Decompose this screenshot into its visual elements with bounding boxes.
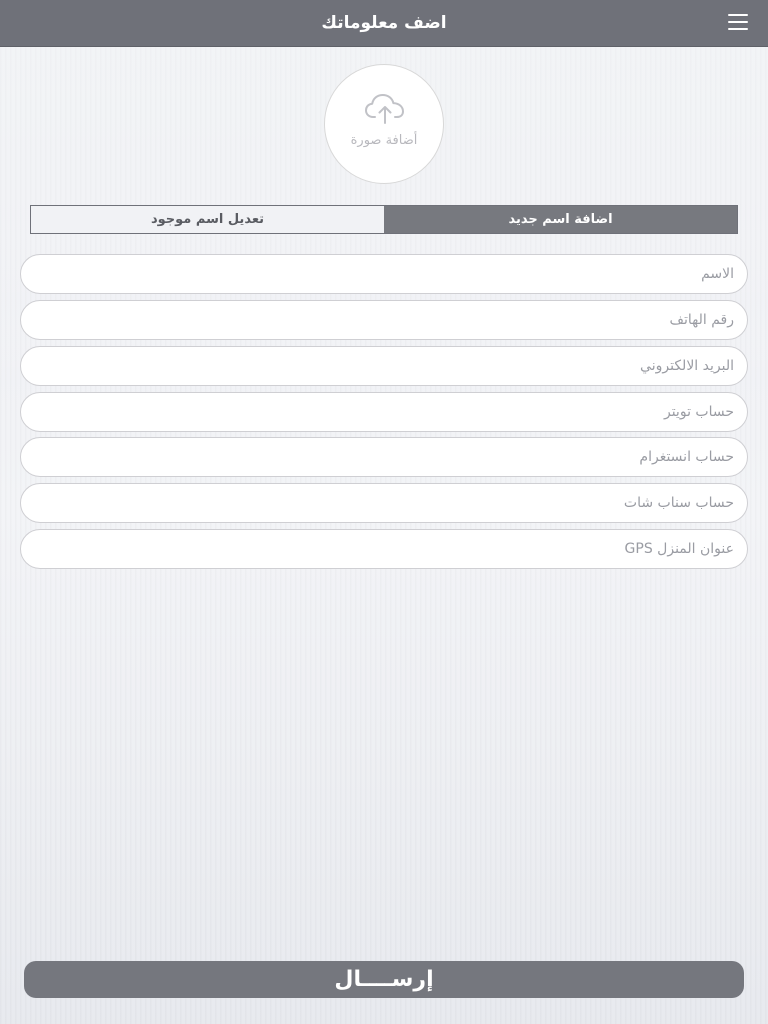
menu-line-icon <box>728 21 748 23</box>
photo-upload-label: أضافة صورة <box>350 133 418 148</box>
top-bar: اضف معلوماتك <box>0 0 768 47</box>
email-input[interactable] <box>20 346 748 386</box>
cloud-upload-icon <box>365 94 404 124</box>
tab-add-new-name[interactable]: اضافة اسم جديد <box>384 206 737 233</box>
gps-address-input[interactable] <box>20 529 748 569</box>
submit-button[interactable]: إرســــال <box>24 961 744 998</box>
twitter-input[interactable] <box>20 392 748 432</box>
menu-line-icon <box>728 28 748 30</box>
page-title: اضف معلوماتك <box>321 13 447 33</box>
instagram-input[interactable] <box>20 437 748 477</box>
name-input[interactable] <box>20 254 748 294</box>
photo-upload-button[interactable]: أضافة صورة <box>324 64 444 184</box>
snapchat-input[interactable] <box>20 483 748 523</box>
phone-input[interactable] <box>20 300 748 340</box>
name-mode-tabs: تعديل اسم موجود اضافة اسم جديد <box>30 205 738 234</box>
hamburger-menu-button[interactable] <box>728 14 748 32</box>
tab-edit-existing-name[interactable]: تعديل اسم موجود <box>31 206 384 233</box>
menu-line-icon <box>728 14 748 16</box>
